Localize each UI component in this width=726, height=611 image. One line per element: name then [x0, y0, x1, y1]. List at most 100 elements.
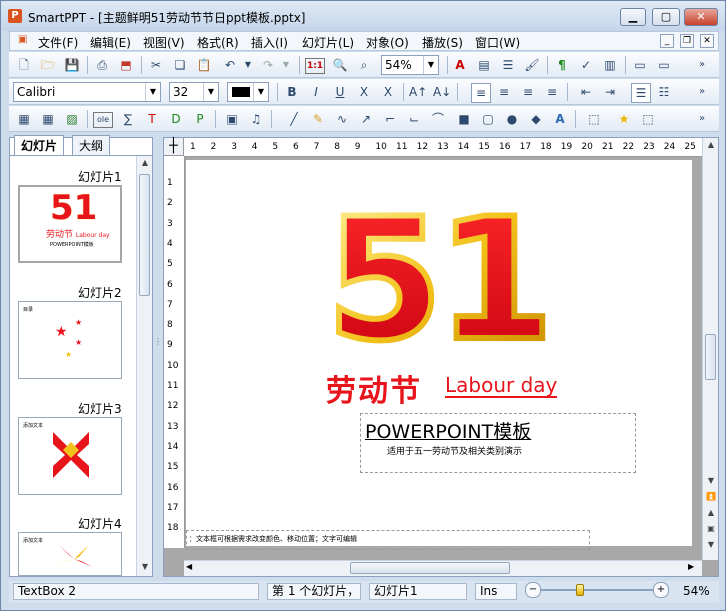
panel-scrollbar[interactable]: ▲ ▼: [136, 156, 152, 576]
zoom-slider[interactable]: [541, 584, 653, 596]
editor-hscroll-thumb[interactable]: [350, 562, 510, 574]
rounded-rect-icon[interactable]: ▢: [479, 110, 497, 128]
prev-slide-icon[interactable]: ▲: [704, 506, 718, 520]
scroll-left-icon[interactable]: ◀: [186, 562, 192, 571]
undo-dropdown-icon[interactable]: ▼: [239, 56, 257, 74]
picture-icon[interactable]: ▨: [63, 110, 81, 128]
new-file-icon[interactable]: 🗋: [15, 56, 33, 74]
redo-icon[interactable]: ↷: [259, 56, 277, 74]
new-slide-icon[interactable]: ▣: [704, 522, 718, 536]
tab-outline[interactable]: 大纲: [72, 135, 111, 156]
chevron-down-icon[interactable]: ▼: [203, 83, 218, 101]
menu-play[interactable]: 播放(S): [422, 34, 463, 51]
presentation-icon[interactable]: ▭: [655, 56, 673, 74]
mdi-minimize-button[interactable]: _: [660, 34, 674, 48]
editor-hscrollbar[interactable]: ◀ ▶: [184, 560, 702, 576]
zoom-in-button[interactable]: +: [653, 582, 669, 598]
slide-canvas[interactable]: 51 劳动节 Labour day POWERPOINT模板 适用于五一劳动节及…: [186, 160, 692, 550]
tab-stop-icon[interactable]: ┼: [164, 138, 184, 156]
shrink-font-icon[interactable]: A↓: [433, 83, 451, 101]
font-size-select[interactable]: 32 ▼: [169, 82, 219, 102]
maximize-button[interactable]: ▢: [652, 8, 680, 26]
grid-icon[interactable]: ▦: [39, 110, 57, 128]
strikethrough-icon[interactable]: X: [355, 83, 373, 101]
menu-object[interactable]: 对象(O): [366, 34, 409, 51]
mdi-close-button[interactable]: ✕: [700, 34, 714, 48]
menu-edit[interactable]: 编辑(E): [90, 34, 131, 51]
slide-thumb-4[interactable]: 添加文本: [18, 532, 122, 576]
template-icon[interactable]: ▭: [631, 56, 649, 74]
underline-icon[interactable]: U: [331, 83, 349, 101]
shadow-icon[interactable]: X: [379, 83, 397, 101]
font-name-select[interactable]: Calibri ▼: [13, 82, 161, 102]
wordart-icon[interactable]: A: [551, 110, 569, 128]
bullet-list-icon[interactable]: ☰: [631, 83, 651, 103]
scroll-down-icon[interactable]: ▼: [704, 474, 718, 488]
text-color-icon[interactable]: A: [451, 56, 469, 74]
line-icon[interactable]: ╱: [285, 110, 303, 128]
note-textbox[interactable]: ：文本框可根据需求改变颜色、移动位置；文字可编辑: [186, 530, 590, 550]
zoom-slider-knob[interactable]: [575, 584, 584, 596]
audio-icon[interactable]: ♫: [247, 110, 265, 128]
print-icon[interactable]: ⎙: [93, 56, 111, 74]
chart-icon[interactable]: ▥: [601, 56, 619, 74]
font-color-select[interactable]: ▼: [227, 82, 269, 102]
tab-slides[interactable]: 幻灯片: [14, 135, 65, 156]
align-center-icon[interactable]: ≡: [495, 83, 513, 101]
mdi-restore-button[interactable]: ❐: [680, 34, 694, 48]
zoom-out-button[interactable]: −: [525, 582, 541, 598]
overflow-icon[interactable]: »: [693, 83, 711, 101]
pencil-icon[interactable]: ✎: [309, 110, 327, 128]
cut-icon[interactable]: ✂: [147, 56, 165, 74]
ungroup-icon[interactable]: ⬚: [639, 110, 657, 128]
ellipse-icon[interactable]: ●: [503, 110, 521, 128]
film-icon[interactable]: ▣: [223, 110, 241, 128]
menu-format[interactable]: 格式(R): [197, 34, 239, 51]
ole-object-icon[interactable]: ole: [93, 112, 113, 128]
spellcheck-icon[interactable]: ✓: [577, 56, 595, 74]
list-icon[interactable]: ☰: [499, 56, 517, 74]
overflow-icon[interactable]: »: [693, 56, 711, 74]
menu-window[interactable]: 窗口(W): [475, 34, 520, 51]
save-icon[interactable]: 💾: [63, 56, 81, 74]
shapes-icon[interactable]: ◆: [527, 110, 545, 128]
italic-icon[interactable]: I: [307, 83, 325, 101]
editor-vscroll-thumb[interactable]: [705, 334, 716, 380]
wordart-t-icon[interactable]: T: [143, 110, 161, 128]
slide-thumb-1[interactable]: 51 劳动节 Labour day POWERPOINT模板: [18, 185, 122, 263]
undo-icon[interactable]: ↶: [221, 56, 239, 74]
close-button[interactable]: ✕: [684, 8, 718, 26]
chevron-down-icon[interactable]: ▼: [423, 56, 438, 74]
actual-size-icon[interactable]: 1:1: [305, 58, 325, 74]
chevron-down-icon[interactable]: ▼: [145, 83, 160, 101]
text-box-icon[interactable]: ▤: [475, 56, 493, 74]
chevron-down-icon[interactable]: ▼: [253, 83, 268, 101]
table-icon[interactable]: ▦: [15, 110, 33, 128]
vertical-ruler[interactable]: 1 2 3 4 5 6 7 8 9 10 11 12 13 14 15 16 17 18: [164, 156, 185, 548]
connector-icon[interactable]: ⌐: [381, 110, 399, 128]
scroll-up-icon[interactable]: ▲: [138, 156, 152, 170]
increase-indent-icon[interactable]: ⇥: [601, 83, 619, 101]
curved-connector-icon[interactable]: ⌒: [429, 110, 447, 128]
doc-icon[interactable]: ▣: [18, 34, 27, 45]
format-painter-icon[interactable]: 🖌: [523, 56, 541, 74]
panel-scroll-thumb[interactable]: [139, 174, 150, 296]
frame-d-icon[interactable]: D: [167, 110, 185, 128]
zoom-select[interactable]: 54% ▼: [381, 55, 439, 75]
export-pdf-icon[interactable]: ⬒: [117, 56, 135, 74]
bold-icon[interactable]: B: [283, 83, 301, 101]
next-slide-icon[interactable]: ▼: [704, 538, 718, 552]
overflow-icon[interactable]: »: [693, 110, 711, 128]
elbow-connector-icon[interactable]: ⌙: [405, 110, 423, 128]
formula-icon[interactable]: ∑: [119, 110, 137, 128]
align-right-icon[interactable]: ≡: [519, 83, 537, 101]
splitter-grip-icon[interactable]: ⋮: [154, 337, 162, 355]
rectangle-icon[interactable]: ■: [455, 110, 473, 128]
first-slide-icon[interactable]: ⏫: [704, 490, 718, 504]
paragraph-icon[interactable]: ¶: [553, 56, 571, 74]
horizontal-ruler[interactable]: 1 2 3 4 5 6 7 8 9 10 11 12 13 14 15 16 17 18 19 20 21 22 23 24 2…: [184, 138, 702, 157]
copy-icon[interactable]: ❏: [171, 56, 189, 74]
scroll-right-icon[interactable]: ▶: [688, 562, 694, 571]
paste-icon[interactable]: 📋: [195, 56, 213, 74]
star-icon[interactable]: ★: [615, 110, 633, 128]
